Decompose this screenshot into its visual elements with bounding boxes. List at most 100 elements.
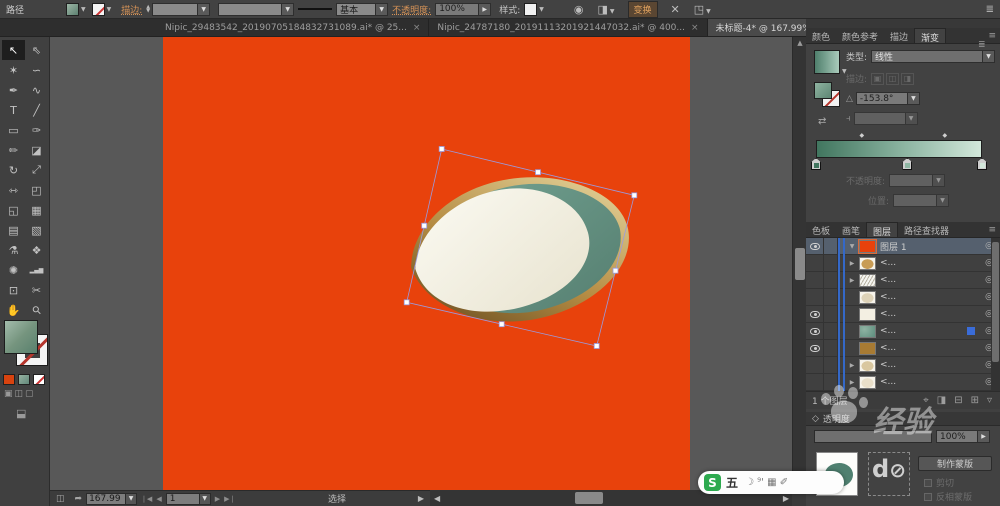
layer-name[interactable]: <...: [880, 309, 978, 319]
selection-tool[interactable]: ↖: [2, 40, 25, 60]
horizontal-scroll-thumb[interactable]: [575, 492, 603, 504]
visibility-toggle[interactable]: [806, 357, 824, 374]
tab-color[interactable]: 颜色: [806, 28, 836, 43]
lock-column[interactable]: [824, 374, 838, 391]
color-mode-none[interactable]: [33, 374, 45, 385]
layer-name[interactable]: <...: [880, 377, 978, 387]
gradient-fill-proxy[interactable]: [814, 82, 832, 99]
gradient-slider[interactable]: ◆◆: [816, 132, 982, 171]
scroll-right-icon[interactable]: ▶: [783, 494, 789, 503]
visibility-toggle[interactable]: [806, 238, 824, 255]
align-icon[interactable]: ✕: [671, 3, 680, 16]
scale-tool[interactable]: ⤢: [25, 160, 48, 180]
tab-swatches[interactable]: 色板: [806, 222, 836, 237]
pen-tool[interactable]: ✒: [2, 80, 25, 100]
artboard-rotate-icon[interactable]: ◫: [56, 494, 65, 504]
stroke-link[interactable]: 描边:: [121, 3, 142, 16]
draw-normal-icon[interactable]: ▣: [4, 389, 13, 399]
layer-row[interactable]: ▼图层 1◎: [806, 238, 1000, 255]
layer-name[interactable]: <...: [880, 360, 978, 370]
stroke-weight-combo[interactable]: ▼: [152, 3, 210, 16]
lock-column[interactable]: [824, 289, 838, 306]
aspect-combo[interactable]: ▼: [854, 112, 918, 125]
sublayer-row[interactable]: <...◎: [806, 306, 1000, 323]
rectangle-tool[interactable]: ▭: [2, 120, 25, 140]
gradient-fill-swatch[interactable]: [814, 50, 840, 74]
tab-brushes[interactable]: 画笔: [836, 222, 866, 237]
visibility-toggle[interactable]: [806, 323, 824, 340]
expand-toggle-icon[interactable]: ▼: [845, 243, 859, 250]
select-similar-icon[interactable]: ◨▼: [597, 3, 614, 16]
lock-column[interactable]: [824, 357, 838, 374]
direct-selection-tool[interactable]: ⇖: [25, 40, 48, 60]
close-icon[interactable]: ×: [413, 23, 421, 33]
tab-stroke[interactable]: 描边: [884, 28, 914, 43]
visibility-toggle[interactable]: [806, 272, 824, 289]
fill-stroke-indicator[interactable]: [2, 318, 48, 370]
expand-toggle-icon[interactable]: ▶: [845, 260, 859, 267]
sublayer-row[interactable]: ▶<...◎: [806, 272, 1000, 289]
visibility-toggle[interactable]: [806, 306, 824, 323]
style-swatch-button[interactable]: ▼: [524, 3, 544, 16]
blend-mode-combo[interactable]: [814, 430, 932, 443]
gradient-bar[interactable]: [816, 140, 982, 158]
sublayer-row[interactable]: ▶<...◎: [806, 255, 1000, 272]
visibility-toggle[interactable]: [806, 289, 824, 306]
lock-column[interactable]: [824, 340, 838, 357]
symbol-sprayer-tool[interactable]: ✺: [2, 260, 25, 280]
screen-mode-icon[interactable]: ⬓: [16, 407, 26, 420]
delete-layer-icon[interactable]: ▿: [987, 395, 992, 406]
gradient-tool[interactable]: ▧: [25, 220, 48, 240]
make-clip-mask-icon[interactable]: ◨: [937, 395, 946, 406]
rotate-tool[interactable]: ↻: [2, 160, 25, 180]
first-artboard-button[interactable]: ❘◀: [141, 495, 152, 503]
transparency-header[interactable]: ◇ 透明度: [806, 412, 1000, 426]
eyedropper-tool[interactable]: ⚗: [2, 240, 25, 260]
tab-color-guide[interactable]: 颜色参考: [836, 28, 884, 43]
gradient-stop-handle[interactable]: [902, 158, 912, 170]
opacity-link[interactable]: 不透明度:: [392, 3, 431, 16]
stop-opacity-combo[interactable]: ▼: [889, 174, 945, 187]
lock-column[interactable]: [824, 323, 838, 340]
free-transform-tool[interactable]: ◰: [25, 180, 48, 200]
fill-indicator-swatch[interactable]: [4, 320, 38, 354]
doc-tab-2[interactable]: Nipic_24787180_20191113201921447032.ai* …: [429, 19, 707, 36]
lock-column[interactable]: [824, 238, 838, 255]
stroke-color-button[interactable]: ▼: [92, 3, 112, 16]
gradient-stop-handle[interactable]: [811, 158, 821, 170]
fill-color-button[interactable]: ▼: [66, 3, 86, 16]
clip-checkbox[interactable]: 剪切: [924, 476, 954, 489]
transform-link[interactable]: 变换: [628, 1, 658, 18]
mesh-tool[interactable]: ▤: [2, 220, 25, 240]
lock-column[interactable]: [824, 306, 838, 323]
new-sublayer-icon[interactable]: ⊟: [954, 395, 962, 406]
last-artboard-button[interactable]: ▶❘: [224, 495, 235, 503]
zoom-level-combo[interactable]: 167.99 ▼: [86, 493, 137, 505]
draw-behind-icon[interactable]: ◫: [15, 389, 24, 399]
gradient-midpoint-handle[interactable]: ◆: [942, 132, 947, 139]
sublayer-row[interactable]: ▶<...◎: [806, 357, 1000, 374]
layers-scrollbar[interactable]: [991, 238, 1000, 391]
stroke-weight-stepper[interactable]: ▲▼: [146, 5, 150, 13]
close-icon[interactable]: ×: [691, 23, 699, 33]
angle-combo[interactable]: -153.8° ▼: [856, 92, 920, 105]
expand-toggle-icon[interactable]: ▶: [845, 379, 859, 386]
opacity-combo[interactable]: 100% ▶: [435, 3, 491, 16]
doc-tab-1[interactable]: Nipic_29483542_20190705184832731089.ai* …: [157, 19, 429, 36]
eraser-tool[interactable]: ◪: [25, 140, 48, 160]
layer-name[interactable]: <...: [880, 275, 978, 285]
status-expand-icon[interactable]: ▶: [418, 494, 424, 503]
tab-pathfinder[interactable]: 路径查找器: [898, 222, 955, 237]
artboard-nav-combo[interactable]: 1 ▼: [166, 493, 211, 505]
layer-name[interactable]: <...: [880, 343, 978, 353]
gradient-stop-handle[interactable]: [977, 158, 987, 170]
recolor-artwork-icon[interactable]: ◉: [574, 3, 584, 16]
paintbrush-tool[interactable]: ✑: [25, 120, 48, 140]
make-mask-button[interactable]: 制作蒙版: [918, 456, 992, 471]
perspective-grid-tool[interactable]: ▦: [25, 200, 48, 220]
new-layer-icon[interactable]: ⊞: [971, 395, 979, 406]
prev-artboard-button[interactable]: ◀: [156, 495, 161, 503]
locate-object-icon[interactable]: ⌖: [923, 395, 929, 406]
expand-toggle-icon[interactable]: ▶: [845, 277, 859, 284]
egg-shape[interactable]: [401, 164, 639, 336]
